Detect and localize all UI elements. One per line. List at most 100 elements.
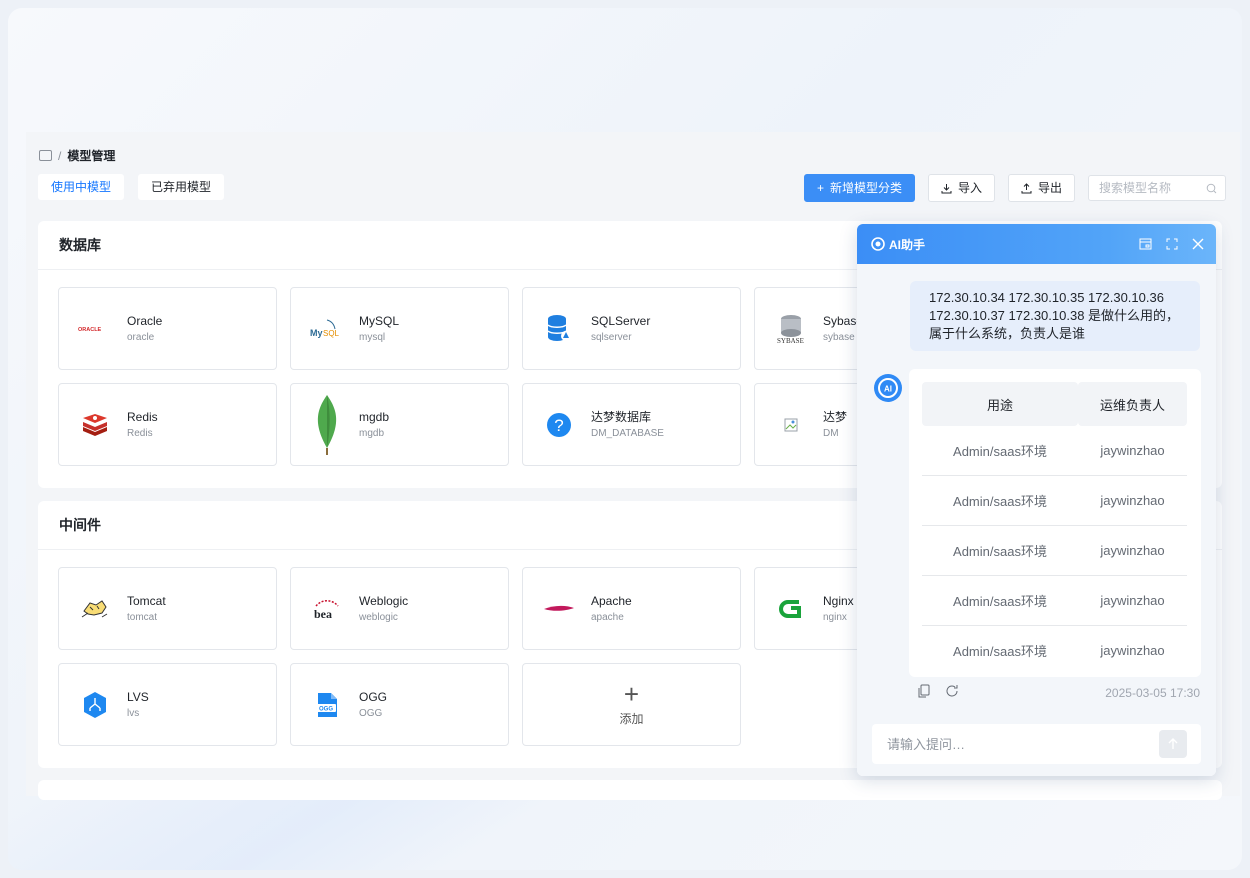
table-cell: jaywinzhao: [1078, 575, 1187, 626]
fullscreen-icon[interactable]: [1166, 238, 1178, 250]
model-card-redis[interactable]: Redis Redis: [58, 383, 277, 466]
refresh-icon[interactable]: [945, 684, 959, 698]
question-input[interactable]: [885, 735, 1139, 753]
broken-image-icon: [773, 407, 809, 443]
ai-conversation: 172.30.10.34 172.30.10.35 172.30.10.36 1…: [857, 264, 1216, 776]
card-name: MySQL: [359, 313, 400, 328]
card-name: Nginx: [823, 593, 854, 608]
answer-actions: [917, 684, 959, 698]
import-button[interactable]: 导入: [927, 174, 995, 202]
model-card-weblogic[interactable]: bea Weblogic weblogic: [290, 567, 509, 650]
card-grid: ORACLE Oracle oracle My SQL MySQL mysql SQL…: [58, 287, 973, 466]
svg-text:AI: AI: [884, 385, 892, 394]
breadcrumb-current: 模型管理: [67, 149, 116, 163]
table-row: Admin/saas环境 jaywinzhao: [922, 525, 1187, 576]
send-button[interactable]: [1159, 730, 1187, 758]
ai-answer-card: 用途 运维负责人 Admin/saas环境 jaywinzhao Admin/sa…: [909, 369, 1201, 677]
redis-logo: [77, 407, 113, 443]
model-card-tomcat[interactable]: Tomcat tomcat: [58, 567, 277, 650]
close-icon[interactable]: [1192, 238, 1204, 250]
search-input[interactable]: [1097, 180, 1201, 196]
add-model-card[interactable]: + 添加: [522, 663, 741, 746]
tab-deprecated-models[interactable]: 已弃用模型: [138, 174, 225, 200]
model-card-apache[interactable]: Apache apache: [522, 567, 741, 650]
table-cell: Admin/saas环境: [922, 475, 1078, 526]
card-name: 达梦数据库: [591, 409, 652, 424]
model-tabs: 使用中模型 已弃用模型: [38, 174, 225, 200]
svg-text:SQL: SQL: [323, 329, 340, 338]
column-header: 运维负责人: [1078, 382, 1187, 426]
database-icon: [39, 150, 52, 161]
model-card-mysql[interactable]: My SQL MySQL mysql: [290, 287, 509, 370]
card-grid: Tomcat tomcat bea Weblogic weblogic Apache…: [58, 567, 973, 746]
column-header: 用途: [922, 382, 1078, 426]
card-name: SQLServer: [591, 313, 651, 328]
sqlserver-logo: [541, 311, 577, 347]
upload-icon: [1021, 182, 1032, 193]
user-question-bubble: 172.30.10.34 172.30.10.35 172.30.10.36 1…: [910, 281, 1200, 351]
search-icon[interactable]: [1206, 183, 1217, 194]
bea-logo: bea: [309, 591, 345, 627]
plus-icon: +: [816, 181, 824, 195]
breadcrumb: / 模型管理: [39, 147, 115, 164]
table-row: Admin/saas环境 jaywinzhao: [922, 626, 1187, 676]
card-name: LVS: [127, 689, 149, 704]
ogg-logo: OGG: [309, 687, 345, 723]
mysql-logo: My SQL: [309, 311, 345, 347]
model-card-lvs[interactable]: LVS lvs: [58, 663, 277, 746]
model-card-oracle[interactable]: ORACLE Oracle oracle: [58, 287, 277, 370]
add-model-category-label: 新增模型分类: [829, 181, 902, 195]
model-card-sqlserver[interactable]: SQLServer sqlserver: [522, 287, 741, 370]
dock-icon[interactable]: [1139, 238, 1152, 250]
export-label: 导出: [1037, 181, 1062, 195]
svg-text:bea: bea: [314, 607, 332, 620]
table-cell: Admin/saas环境: [922, 575, 1078, 626]
window-frame: / 模型管理 使用中模型 已弃用模型 + 新增模型分类 导入 导出 搜索模型名称…: [8, 8, 1242, 870]
export-button[interactable]: 导出: [1007, 174, 1075, 202]
import-label: 导入: [957, 181, 982, 195]
card-code: oracle: [127, 331, 155, 343]
card-name: Apache: [591, 593, 632, 608]
model-card-mgdb[interactable]: mgdb mgdb: [290, 383, 509, 466]
card-code: OGG: [359, 707, 383, 719]
card-name: Oracle: [127, 313, 163, 328]
card-code: nginx: [823, 611, 847, 623]
add-label: 添加: [619, 712, 644, 726]
card-code: DM: [823, 427, 839, 439]
ai-assistant-panel: AI助手 172.30.10.34 172.30.10.35 172.30.10…: [857, 224, 1216, 776]
table-cell: Admin/saas环境: [922, 426, 1078, 476]
apache-feather-logo: [541, 591, 577, 627]
toolbar: + 新增模型分类 导入 导出: [803, 174, 1226, 202]
card-code: Redis: [127, 427, 153, 439]
search-box[interactable]: [1088, 175, 1226, 201]
tab-active-models[interactable]: 使用中模型: [38, 174, 125, 200]
add-model-category-button[interactable]: + 新增模型分类: [803, 174, 915, 202]
sybase-logo: SYBASE: [773, 311, 809, 347]
table-row: Admin/saas环境 jaywinzhao: [922, 475, 1187, 526]
svg-text:?: ?: [554, 416, 563, 435]
table-cell: jaywinzhao: [1078, 475, 1187, 526]
card-code: lvs: [127, 707, 140, 719]
svg-text:ORACLE: ORACLE: [78, 327, 102, 333]
table-cell: Admin/saas环境: [953, 644, 1047, 659]
model-card-dm-database[interactable]: ? 达梦数据库 DM_DATABASE: [522, 383, 741, 466]
card-code: apache: [591, 611, 624, 623]
question-input-bar: [872, 724, 1201, 764]
card-code: weblogic: [359, 611, 398, 623]
svg-text:SYBASE: SYBASE: [777, 337, 804, 345]
card-code: tomcat: [127, 611, 158, 623]
ai-logo-icon: [871, 237, 885, 251]
lvs-logo: [77, 687, 113, 723]
table-cell: jaywinzhao: [1100, 643, 1165, 658]
card-code: sqlserver: [591, 331, 632, 343]
tomcat-logo: [77, 591, 113, 627]
svg-text:My: My: [310, 328, 323, 338]
breadcrumb-separator: /: [58, 148, 62, 163]
card-name: Tomcat: [127, 593, 166, 608]
answer-timestamp: 2025-03-05 17:30: [1105, 686, 1200, 700]
svg-text:OGG: OGG: [319, 706, 333, 712]
card-name: Redis: [127, 409, 158, 424]
ai-avatar-icon: AI: [873, 373, 903, 403]
model-card-ogg[interactable]: OGG OGG OGG: [290, 663, 509, 746]
copy-icon[interactable]: [917, 684, 931, 698]
